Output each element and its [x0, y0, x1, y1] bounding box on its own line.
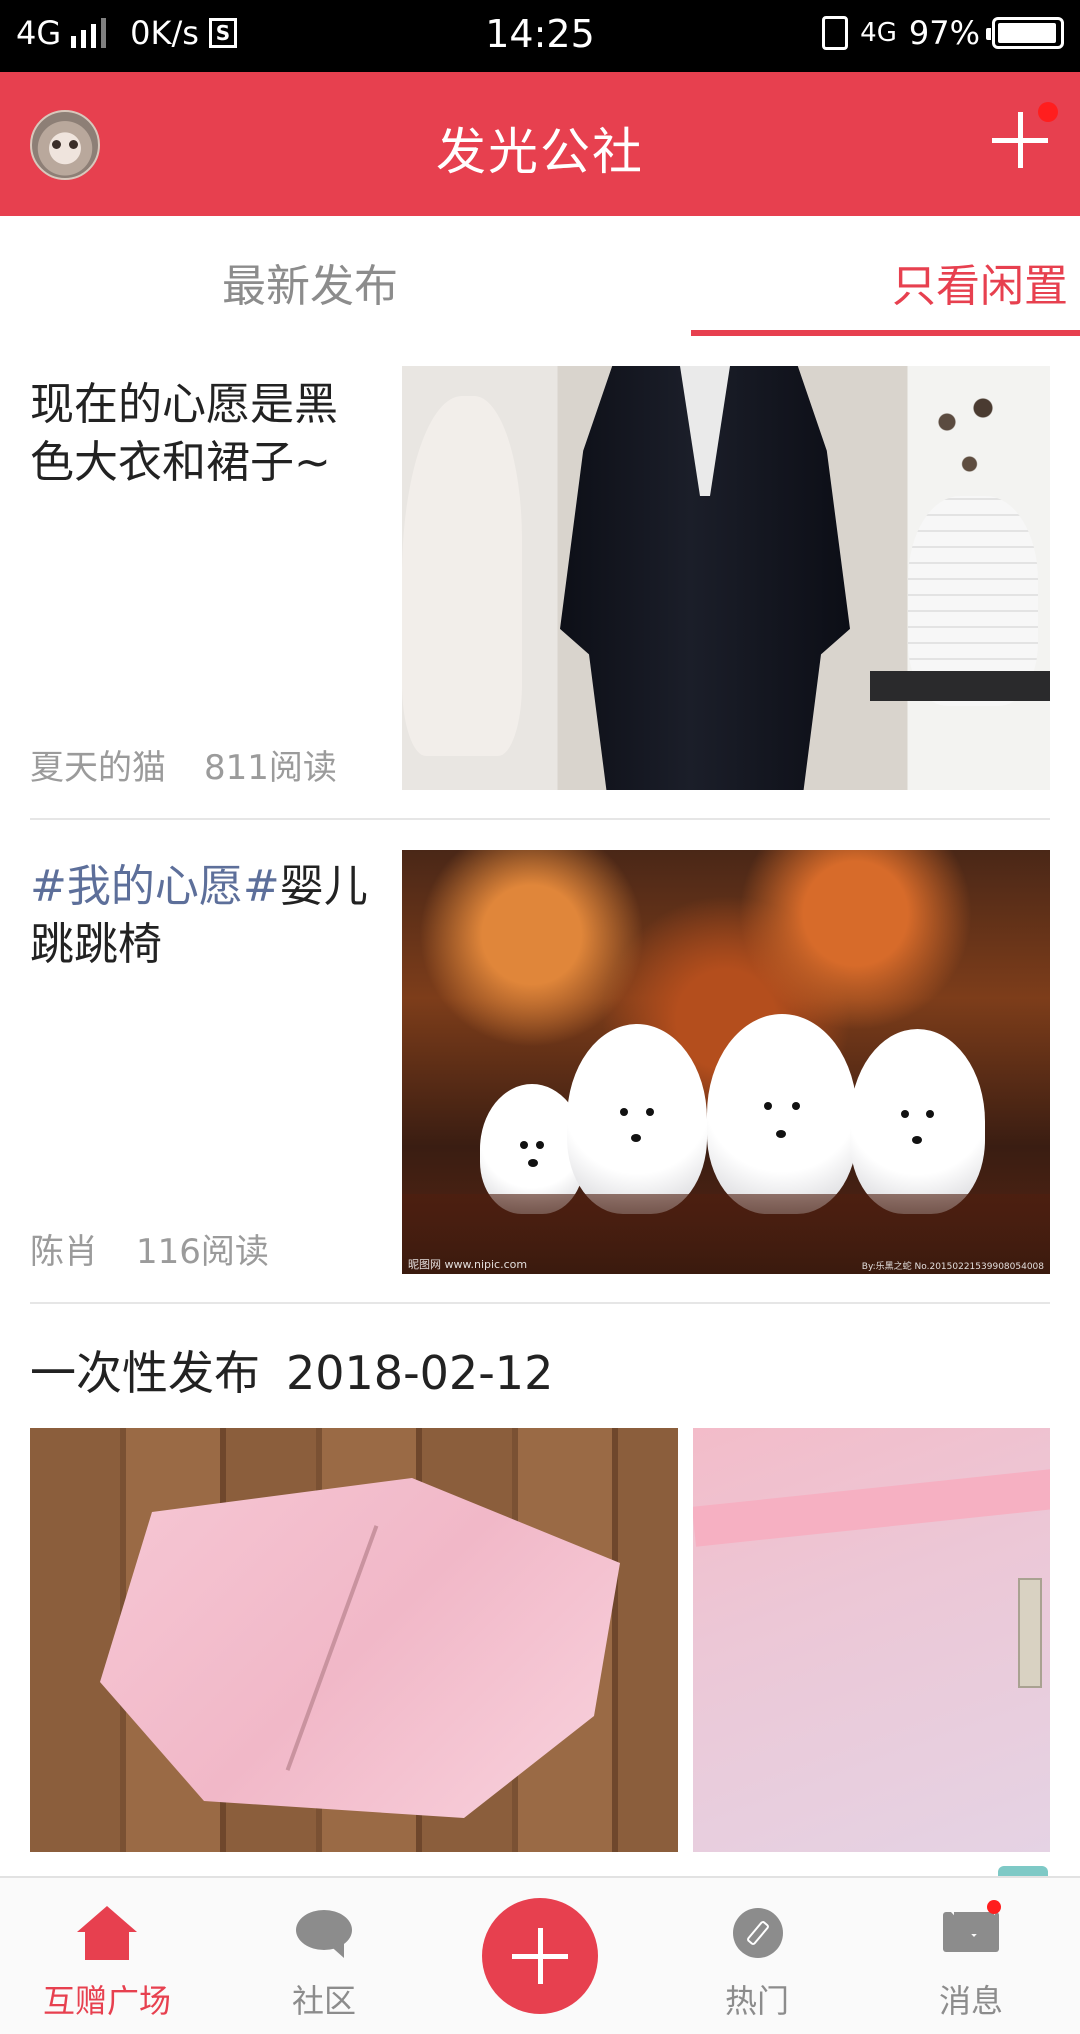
- nav-label: 热门: [724, 1982, 789, 2020]
- batch-label: 一次性发布: [30, 1346, 260, 1400]
- divider: [30, 1302, 1050, 1304]
- twigs-shape: [920, 366, 1010, 506]
- dog-nose: [912, 1136, 923, 1145]
- label-tag-shape: [1018, 1578, 1042, 1688]
- battery-percent: 97%: [908, 14, 980, 52]
- post-meta: 夏天的猫 811阅读: [30, 740, 337, 789]
- bottom-nav: 互赠广场 社区 热门 消息: [0, 1876, 1080, 2034]
- batch-image[interactable]: [693, 1428, 1050, 1852]
- image-watermark-id: By:乐黑之蛇 No.20150221539908054008: [861, 1262, 1044, 1272]
- seam-shape: [693, 1469, 1050, 1547]
- network-label-right: 4G: [860, 18, 897, 48]
- compass-shape: [733, 1908, 783, 1958]
- batch-date: 2018-02-12: [286, 1346, 554, 1400]
- post-author: 夏天的猫: [30, 748, 166, 788]
- post-title: 现在的心愿是黑色大衣和裙子~: [30, 376, 375, 492]
- home-icon-body: [85, 1928, 129, 1960]
- publish-button[interactable]: [482, 1898, 598, 2014]
- create-post-button[interactable]: [988, 102, 1058, 172]
- image-watermark: 昵图网 www.nipic.com: [408, 1258, 528, 1271]
- jacket-shape: [100, 1478, 620, 1818]
- compass-icon: [727, 1906, 787, 1962]
- dog-shape: [850, 1029, 985, 1214]
- post-tag[interactable]: #我的心愿#: [30, 861, 280, 912]
- home-icon: [77, 1906, 137, 1962]
- tab-bar: 最新发布 只看闲置: [0, 216, 1080, 338]
- envelope-shape: [943, 1912, 999, 1952]
- chat-bubble-icon: [294, 1906, 354, 1962]
- dog-nose: [527, 1159, 538, 1168]
- nav-item-hot[interactable]: 热门: [677, 1878, 837, 2034]
- tab-newest[interactable]: 最新发布: [222, 250, 398, 314]
- feed-post[interactable]: #我的心愿#婴儿跳跳椅 陈肖 116阅读 昵图网 www.nipic.com By…: [0, 850, 1080, 1274]
- feed-post[interactable]: 现在的心愿是黑色大衣和裙子~ 夏天的猫 811阅读: [0, 366, 1080, 790]
- post-title-text: 现在的心愿是黑色大衣和裙子~: [30, 379, 338, 488]
- post-image[interactable]: 昵图网 www.nipic.com By:乐黑之蛇 No.20150221539…: [402, 850, 1050, 1274]
- nav-label: 互赠广场: [42, 1982, 171, 2020]
- nav-item-home[interactable]: 互赠广场: [27, 1878, 187, 2034]
- nav-label: 消息: [938, 1982, 1003, 2020]
- active-tab-indicator: [691, 330, 1080, 336]
- compass-needle: [745, 1919, 771, 1947]
- table-shape: [870, 671, 1050, 701]
- plus-icon-bar: [1018, 112, 1023, 168]
- mannequin-shape: [402, 396, 522, 756]
- post-author: 陈肖: [30, 1232, 98, 1272]
- dog-shape: [567, 1024, 707, 1214]
- post-meta: 陈肖 116阅读: [30, 1224, 269, 1273]
- dog-nose: [631, 1134, 642, 1143]
- dog-shape: [707, 1014, 857, 1214]
- plus-icon-bar: [538, 1928, 543, 1984]
- status-right: 4G 97%: [822, 14, 1064, 52]
- teal-badge: [998, 1866, 1048, 1876]
- status-bar: 4G 0K/s S 14:25 4G 97%: [0, 0, 1080, 72]
- dog-nose: [776, 1130, 786, 1138]
- nav-item-messages[interactable]: 消息: [891, 1878, 1051, 2034]
- post-reads: 811阅读: [204, 748, 337, 788]
- nav-item-community[interactable]: 社区: [244, 1878, 404, 2034]
- batch-heading[interactable]: 一次性发布 2018-02-12: [30, 1337, 553, 1403]
- post-image[interactable]: [402, 366, 1050, 790]
- mail-icon: [941, 1906, 1001, 1962]
- notification-dot: [1038, 102, 1058, 122]
- vibrate-icon: [822, 16, 849, 50]
- post-reads: 116阅读: [136, 1232, 269, 1272]
- nav-label: 社区: [291, 1982, 356, 2020]
- divider: [30, 818, 1050, 820]
- unread-dot: [987, 1900, 1001, 1914]
- batch-image[interactable]: [30, 1428, 678, 1852]
- page-title: 发光公社: [436, 123, 644, 181]
- battery-icon: [986, 17, 1064, 49]
- app-header: 发光公社: [0, 72, 1080, 216]
- tab-idle-only[interactable]: 只看闲置: [892, 250, 1068, 314]
- post-title: #我的心愿#婴儿跳跳椅: [30, 858, 375, 974]
